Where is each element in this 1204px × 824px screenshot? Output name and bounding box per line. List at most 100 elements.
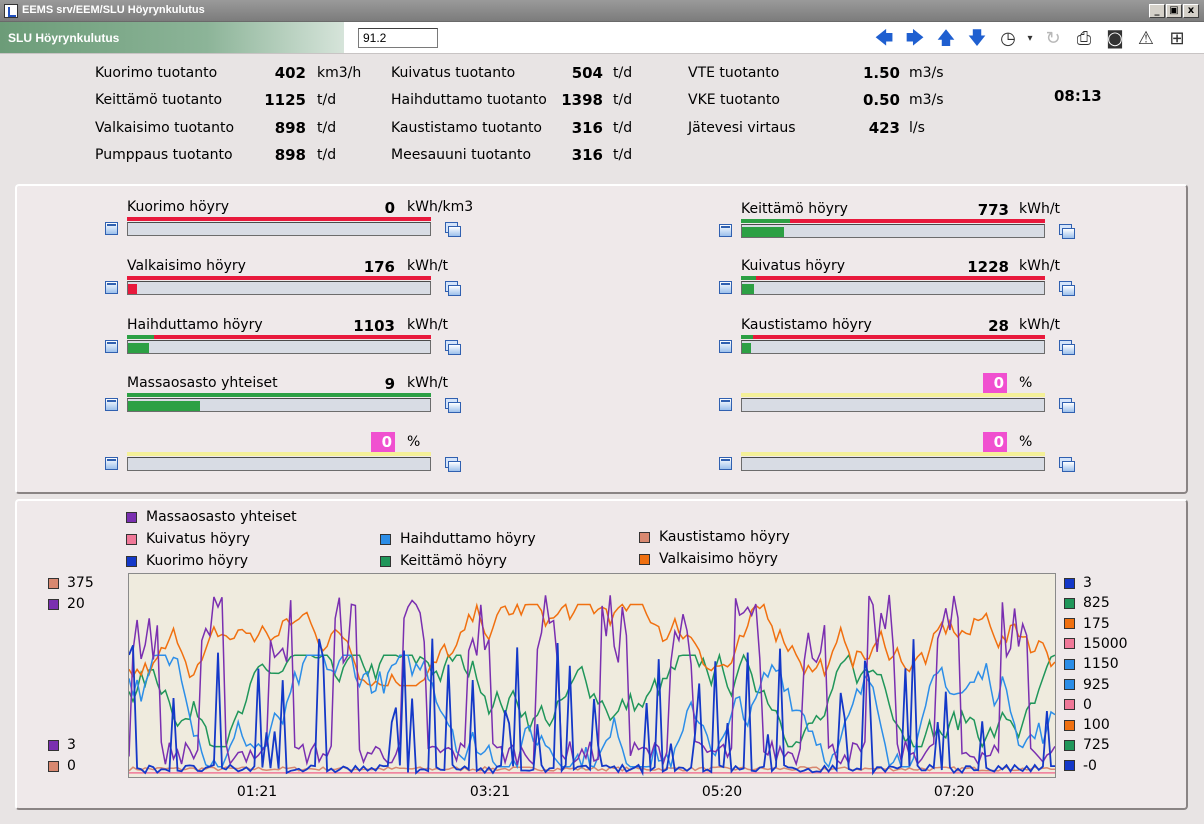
axis-swatch bbox=[1064, 679, 1075, 690]
meter-track bbox=[741, 457, 1045, 471]
legend-label: Kuivatus höyry bbox=[146, 531, 250, 547]
forward-arrow-icon[interactable]: 🡆 bbox=[904, 28, 926, 50]
meter-kuivatus: Kuivatus höyry 1228 kWh/t bbox=[719, 258, 1089, 310]
legend-item: Kuivatus höyry bbox=[126, 531, 250, 547]
trend-windows-icon[interactable] bbox=[1059, 398, 1075, 413]
meter-track bbox=[127, 398, 431, 412]
trend-windows-icon[interactable] bbox=[1059, 224, 1075, 239]
meter-value: 0 bbox=[384, 199, 395, 217]
limit-line bbox=[741, 452, 1045, 456]
limit-line-green bbox=[741, 335, 753, 339]
window-icon[interactable] bbox=[719, 398, 732, 411]
down-arrow-icon[interactable]: 🡇 bbox=[966, 28, 988, 50]
restore-button[interactable]: ▣ bbox=[1166, 4, 1182, 18]
meter-value: 9 bbox=[384, 375, 395, 393]
meter-track bbox=[127, 222, 431, 236]
production-value: 1398 bbox=[561, 91, 603, 109]
history-clock-icon[interactable]: ◷ bbox=[997, 28, 1019, 50]
trend-windows-icon[interactable] bbox=[445, 281, 461, 296]
limit-line-green bbox=[127, 393, 431, 397]
meter-label: Massaosasto yhteiset bbox=[127, 375, 278, 391]
meter-unit: kWh/t bbox=[1019, 201, 1061, 217]
screen-title: SLU Höyrynkulutus bbox=[8, 31, 120, 45]
left-axis-label: 20 bbox=[48, 596, 85, 612]
close-button[interactable]: x bbox=[1183, 4, 1199, 18]
legend-swatch bbox=[639, 531, 650, 543]
production-unit: l/s bbox=[909, 120, 925, 136]
meter-unit: kWh/t bbox=[407, 375, 449, 391]
window-icon[interactable] bbox=[719, 340, 732, 353]
legend-label: Keittämö höyry bbox=[400, 553, 507, 569]
window-title: EEMS srv/EEM/SLU Höyrynkulutus bbox=[22, 4, 205, 16]
screen-number-input[interactable] bbox=[358, 28, 438, 48]
window-icon[interactable] bbox=[105, 340, 118, 353]
window-icon[interactable] bbox=[719, 281, 732, 294]
meter-value: 28 bbox=[988, 317, 1009, 335]
production-value: 402 bbox=[274, 64, 306, 82]
production-value: 1.50 bbox=[862, 64, 900, 82]
clock: 08:13 bbox=[1054, 87, 1102, 105]
axis-value: 0 bbox=[1083, 696, 1092, 713]
window-icon[interactable] bbox=[105, 398, 118, 411]
dropdown-icon[interactable]: ▾ bbox=[1025, 28, 1035, 50]
minimize-button[interactable]: _ bbox=[1149, 4, 1165, 18]
production-value: 316 bbox=[571, 119, 603, 137]
zoom-icon[interactable]: ⊞ bbox=[1166, 28, 1188, 50]
production-unit: t/d bbox=[613, 92, 633, 108]
window-icon[interactable] bbox=[719, 457, 732, 470]
trend-windows-icon[interactable] bbox=[445, 457, 461, 472]
trend-windows-icon[interactable] bbox=[445, 398, 461, 413]
percent-value: 0 bbox=[983, 432, 1007, 452]
window-titlebar: EEMS srv/EEM/SLU Höyrynkulutus _ ▣ x bbox=[0, 0, 1204, 22]
meter-right-percent-1: 0 % bbox=[719, 373, 1089, 427]
window-icon[interactable] bbox=[719, 224, 732, 237]
window-icon[interactable] bbox=[105, 281, 118, 294]
production-label: Meesauuni tuotanto bbox=[391, 147, 532, 163]
up-arrow-icon[interactable]: 🡅 bbox=[935, 28, 957, 50]
limit-line-green bbox=[741, 276, 756, 280]
meter-label: Kuivatus höyry bbox=[741, 258, 845, 274]
alarm-icon[interactable]: ⚠ bbox=[1135, 28, 1157, 50]
meter-track bbox=[741, 398, 1045, 412]
axis-value: 725 bbox=[1083, 737, 1110, 754]
legend-swatch bbox=[126, 533, 137, 545]
left-axis-label: 375 bbox=[48, 575, 94, 591]
meter-kuorimo: Kuorimo höyry 0 kWh/km3 bbox=[105, 199, 475, 251]
legend-label: Massaosasto yhteiset bbox=[146, 509, 297, 525]
meter-label: Haihduttamo höyry bbox=[127, 317, 263, 333]
right-axis-label: 925 bbox=[1064, 677, 1110, 693]
trend-windows-icon[interactable] bbox=[445, 222, 461, 237]
meter-unit: kWh/t bbox=[407, 258, 449, 274]
production-label: Jätevesi virtaus bbox=[688, 120, 796, 136]
legend-label: Kaustistamo höyry bbox=[659, 529, 790, 545]
axis-value: 100 bbox=[1083, 717, 1110, 734]
legend-item: Valkaisimo höyry bbox=[639, 551, 778, 567]
trend-windows-icon[interactable] bbox=[1059, 281, 1075, 296]
axis-swatch bbox=[48, 598, 59, 610]
window-icon[interactable] bbox=[105, 222, 118, 235]
meter-haihduttamo: Haihduttamo höyry 1103 kWh/t bbox=[105, 317, 475, 369]
print-icon[interactable]: ⎙ bbox=[1073, 28, 1095, 50]
trend-windows-icon[interactable] bbox=[1059, 457, 1075, 472]
back-arrow-icon[interactable]: 🡄 bbox=[873, 28, 895, 50]
right-axis-label: 0 bbox=[1064, 697, 1092, 713]
axis-value: 825 bbox=[1083, 595, 1110, 612]
meter-fill bbox=[128, 284, 137, 294]
meter-label: Keittämö höyry bbox=[741, 201, 848, 217]
trend-windows-icon[interactable] bbox=[1059, 340, 1075, 355]
axis-value: 3 bbox=[67, 737, 76, 753]
meter-unit: kWh/t bbox=[1019, 258, 1061, 274]
trend-windows-icon[interactable] bbox=[445, 340, 461, 355]
meter-track bbox=[127, 340, 431, 354]
meter-value: 773 bbox=[977, 201, 1009, 219]
legend-label: Valkaisimo höyry bbox=[659, 551, 778, 567]
meter-track bbox=[127, 457, 431, 471]
x-tick-label: 03:21 bbox=[469, 784, 511, 800]
camera-icon[interactable]: ◙ bbox=[1104, 28, 1126, 50]
production-label: Kuorimo tuotanto bbox=[95, 65, 218, 81]
meter-right-percent-2: 0 % bbox=[719, 432, 1089, 486]
window-icon[interactable] bbox=[105, 457, 118, 470]
legend-swatch bbox=[639, 553, 650, 565]
production-unit: t/d bbox=[613, 120, 633, 136]
production-unit: t/d bbox=[317, 120, 337, 136]
